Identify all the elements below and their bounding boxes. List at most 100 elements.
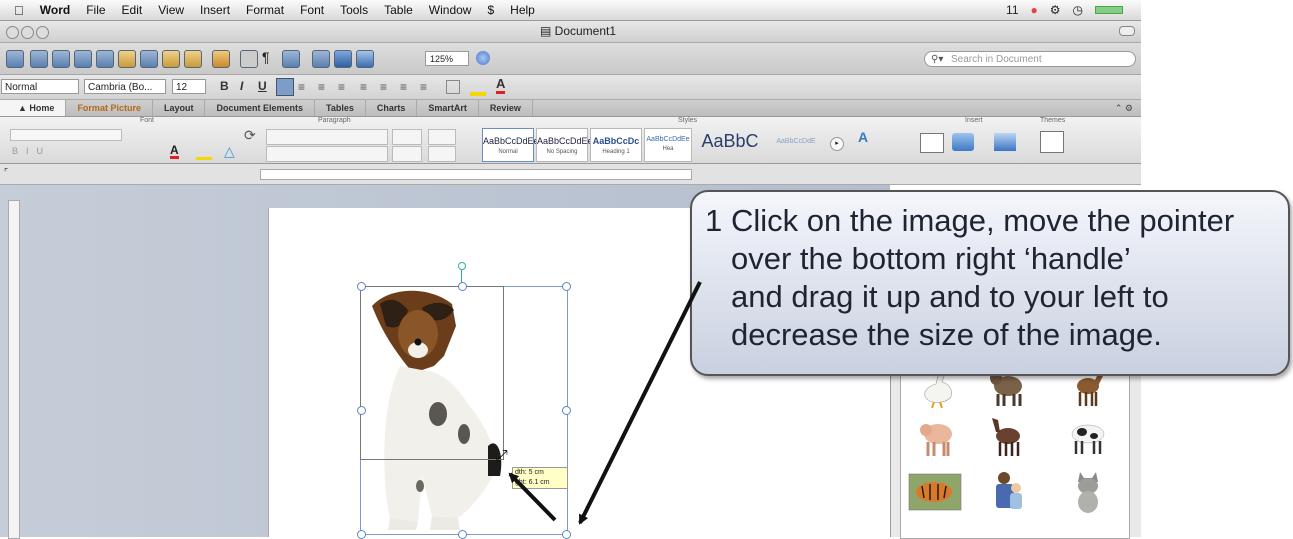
menu-word[interactable]: Word [40, 3, 70, 17]
toolbox-icon[interactable] [312, 50, 330, 68]
rotation-handle[interactable] [458, 262, 466, 270]
bold-button[interactable]: B [220, 79, 229, 93]
themes-icon[interactable] [1040, 131, 1064, 153]
highlight-icon[interactable] [470, 79, 486, 96]
handle-bottom-center[interactable] [458, 530, 467, 539]
vertical-ruler[interactable] [8, 200, 20, 539]
ruler-scale[interactable] [260, 169, 692, 180]
format-painter-icon[interactable] [184, 50, 202, 68]
underline-button[interactable]: U [258, 79, 267, 93]
styles-more-icon[interactable]: ▸ [830, 137, 844, 151]
menu-view[interactable]: View [158, 3, 184, 17]
columns-button[interactable] [428, 129, 456, 145]
gear-icon[interactable]: ⚙ [1050, 3, 1061, 17]
list-buttons[interactable] [266, 129, 388, 145]
text-styles-icon[interactable]: A [858, 129, 868, 145]
help-icon[interactable] [476, 51, 490, 65]
donkey-clip[interactable] [988, 414, 1028, 458]
handle-top-right[interactable] [562, 282, 571, 291]
menu-table[interactable]: Table [384, 3, 413, 17]
style-no-spacing[interactable]: AaBbCcDdEe No Spacing [536, 128, 593, 162]
ribbon-highlight-icon[interactable] [196, 147, 212, 160]
style-normal[interactable]: AaBbCcDdEe Normal [482, 128, 539, 162]
style-heading-1[interactable]: AaBbCcDc Heading 1 [590, 128, 642, 162]
minimize-window-button[interactable] [21, 26, 34, 39]
style-subtitle[interactable]: AaBbCcDdE [768, 128, 824, 160]
open-icon[interactable] [52, 50, 70, 68]
menu-font[interactable]: Font [300, 3, 324, 17]
align-left-icon[interactable] [276, 78, 294, 96]
menu-window[interactable]: Window [429, 3, 472, 17]
align-right-icon[interactable]: ≡ [318, 80, 325, 94]
picture-insert-icon[interactable] [994, 133, 1016, 151]
sidebar-icon[interactable] [282, 50, 300, 68]
close-window-button[interactable] [6, 26, 19, 39]
paste-icon[interactable] [162, 50, 180, 68]
handle-middle-left[interactable] [357, 406, 366, 415]
shading-button[interactable] [428, 146, 456, 162]
ribbon-font-color-icon[interactable]: A [170, 144, 179, 159]
font-color-icon[interactable]: A [496, 77, 506, 94]
handle-middle-right[interactable] [562, 406, 571, 415]
tab-review[interactable]: Review [479, 100, 533, 116]
font-size-select[interactable]: 12 [172, 79, 206, 94]
templates-icon[interactable] [30, 50, 48, 68]
copy-icon[interactable] [140, 50, 158, 68]
undo-icon[interactable] [212, 50, 230, 68]
tab-layout[interactable]: Layout [153, 100, 206, 116]
toolbar-toggle-button[interactable] [1119, 26, 1135, 36]
apple-menu-icon[interactable]:  [14, 3, 24, 18]
tiger-clip[interactable] [908, 470, 962, 514]
zoom-select[interactable]: 125% [425, 51, 469, 66]
decrease-indent-icon[interactable]: ≡ [400, 80, 407, 94]
pig-clip[interactable] [918, 414, 958, 458]
family-clip[interactable] [988, 470, 1028, 514]
kitten-clip[interactable] [1068, 470, 1108, 514]
picture-icon[interactable] [356, 50, 374, 68]
menu-file[interactable]: File [86, 3, 105, 17]
indent-buttons[interactable] [392, 129, 422, 145]
font-select[interactable]: Cambria (Bo... [84, 79, 166, 94]
numbering-icon[interactable]: ≡ [380, 80, 387, 94]
pilcrow-icon[interactable]: ¶ [262, 49, 270, 65]
handle-bottom-left[interactable] [357, 530, 366, 539]
tab-selector-icon[interactable]: ⌜ [4, 167, 8, 178]
style-title[interactable]: AaBbC [694, 128, 766, 160]
zoom-window-button[interactable] [36, 26, 49, 39]
menu-format[interactable]: Format [246, 3, 284, 17]
borders-icon[interactable] [446, 80, 460, 94]
status-text[interactable]: 11 [1006, 3, 1018, 17]
menu-tools[interactable]: Tools [340, 3, 368, 17]
tab-document-elements[interactable]: Document Elements [205, 100, 315, 116]
text-box-icon[interactable] [920, 133, 944, 153]
ribbon-text-format-icons[interactable]: BIU [12, 146, 51, 156]
italic-button[interactable]: I [240, 79, 243, 93]
align-center-icon[interactable]: ≡ [298, 80, 305, 94]
redo-icon[interactable] [240, 50, 258, 68]
new-document-icon[interactable] [6, 50, 24, 68]
tab-smartart[interactable]: SmartArt [417, 100, 479, 116]
alignment-buttons[interactable] [266, 146, 388, 162]
ribbon-font-select[interactable] [10, 129, 122, 141]
line-spacing-button[interactable] [392, 146, 422, 162]
clear-formatting-icon[interactable]: ⟳ [244, 127, 256, 144]
tab-home[interactable]: ▲ Home [0, 100, 67, 116]
menu-script-icon[interactable]: $ [487, 3, 494, 17]
clock-icon[interactable]: ◷ [1073, 3, 1083, 17]
shape-icon[interactable] [952, 133, 974, 151]
cut-icon[interactable] [118, 50, 136, 68]
print-icon[interactable] [96, 50, 114, 68]
menu-help[interactable]: Help [510, 3, 535, 17]
search-input[interactable]: ⚲▾ Search in Document [924, 51, 1136, 67]
handle-bottom-right[interactable] [562, 530, 571, 539]
handle-top-center[interactable] [458, 282, 467, 291]
media-browser-icon[interactable] [334, 50, 352, 68]
ribbon-text-effects-icon[interactable]: △ [224, 143, 235, 160]
bullets-icon[interactable]: ≡ [360, 80, 367, 94]
menu-insert[interactable]: Insert [200, 3, 230, 17]
justify-icon[interactable]: ≡ [338, 80, 345, 94]
save-icon[interactable] [74, 50, 92, 68]
tab-tables[interactable]: Tables [315, 100, 366, 116]
cow-clip[interactable] [1068, 414, 1108, 458]
ribbon-collapse-icon[interactable]: ⌃ ⚙ [1115, 103, 1133, 114]
